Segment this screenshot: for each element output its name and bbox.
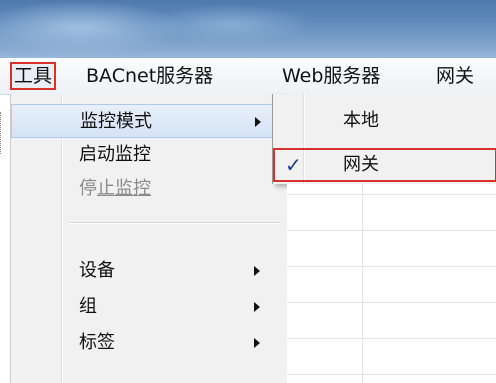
checkmark-icon: ✓ [285,153,302,177]
grid-row-divider [287,266,496,267]
menu-item-monitor-mode[interactable]: 监控模式 [11,104,287,138]
app-window: 工具 BACnet服务器 Web服务器 网关 监控模式 启动监控 停止监控 设备… [0,0,496,383]
menu-item-group[interactable]: 组 [11,290,287,324]
grid-row-divider [287,338,496,339]
menu-item-stop-monitor[interactable]: 停止监控 [11,172,287,206]
tools-dropdown-menu: 监控模式 启动监控 停止监控 设备 组 标签 [10,94,288,383]
menu-item-label-underlined: 止监控 [97,178,151,199]
menu-item-label: 停止监控 [79,172,151,206]
monitor-mode-submenu: 本地 ✓ 网关 [272,94,496,184]
menu-gateway[interactable]: 网关 [436,62,474,90]
grid-row-divider [287,374,496,375]
menu-item-tag[interactable]: 标签 [11,326,287,360]
grid-row-divider [287,194,496,195]
menu-item-label: 标签 [79,332,115,353]
submenu-arrow-icon [254,338,260,348]
menu-tools[interactable]: 工具 [10,62,57,90]
menu-item-label: 启动监控 [79,144,151,165]
submenu-item-local[interactable]: 本地 [273,104,496,138]
grid-row-divider [287,230,496,231]
submenu-item-label: 本地 [343,110,379,131]
submenu-arrow-icon [254,266,260,276]
menu-bar: 工具 BACnet服务器 Web服务器 网关 [0,58,496,95]
data-grid [287,184,496,383]
submenu-arrow-icon [254,302,260,312]
menu-item-label: 组 [79,296,97,317]
menu-separator [69,222,281,224]
menu-item-label: 监控模式 [80,111,152,132]
menu-item-label-plain: 停 [79,178,97,199]
menu-web-server[interactable]: Web服务器 [282,62,380,90]
menu-item-device[interactable]: 设备 [11,254,287,288]
submenu-item-gateway[interactable]: ✓ 网关 [273,148,496,182]
menu-item-start-monitor[interactable]: 启动监控 [11,138,287,172]
grid-column-divider [362,184,363,383]
title-bar [0,0,496,58]
submenu-arrow-icon [255,117,261,127]
menu-bacnet-server[interactable]: BACnet服务器 [86,62,213,90]
menu-item-label: 设备 [79,260,115,281]
submenu-item-label: 网关 [343,154,379,175]
window-edge [0,112,4,154]
grid-row-divider [287,302,496,303]
